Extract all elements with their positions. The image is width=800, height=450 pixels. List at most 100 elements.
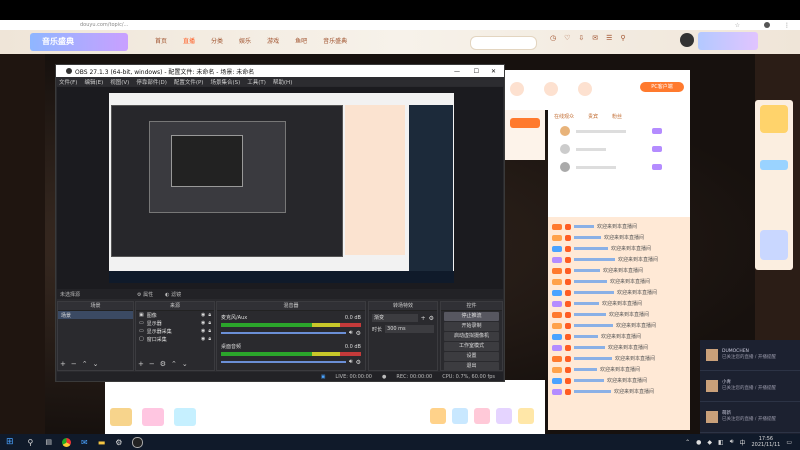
maximize-icon[interactable]: ☐ bbox=[474, 68, 479, 75]
chat-username[interactable] bbox=[574, 236, 601, 239]
volume-slider[interactable] bbox=[221, 332, 346, 334]
transition-select[interactable]: 渐变 bbox=[372, 314, 418, 322]
move-up-icon[interactable]: ⌃ bbox=[82, 360, 88, 368]
chat-message[interactable]: 欢迎来到本直播间 bbox=[548, 221, 690, 232]
chat-username[interactable] bbox=[574, 357, 612, 360]
lock-icon[interactable]: 🔒︎ bbox=[208, 312, 211, 318]
source-item[interactable]: ▣ 图像 ◉ 🔒︎ bbox=[136, 311, 214, 319]
chat-username[interactable] bbox=[574, 346, 605, 349]
menu-scene-collection[interactable]: 场景集合(S) bbox=[210, 78, 240, 86]
chevron-up-icon[interactable]: ⌃ bbox=[685, 439, 690, 446]
start-recording-button[interactable]: 开始录制 bbox=[444, 322, 499, 331]
rank-row[interactable] bbox=[548, 140, 690, 158]
download-icon[interactable]: ⇩ bbox=[578, 34, 584, 42]
menu-view[interactable]: 视图(V) bbox=[110, 78, 129, 86]
menu-file[interactable]: 文件(F) bbox=[59, 78, 77, 86]
add-icon[interactable]: + bbox=[60, 360, 66, 368]
eye-icon[interactable]: ◉ bbox=[201, 336, 205, 342]
minimize-icon[interactable]: — bbox=[454, 68, 460, 75]
notification-icon[interactable]: ▭ bbox=[786, 439, 792, 446]
gift-icon[interactable] bbox=[430, 408, 446, 424]
gear-icon[interactable]: ⚙ bbox=[356, 359, 361, 366]
eye-icon[interactable]: ◉ bbox=[201, 312, 205, 318]
promo-banner[interactable] bbox=[698, 32, 758, 50]
chat-message[interactable]: 欢迎来到本直播间 bbox=[548, 309, 690, 320]
site-logo[interactable]: 音乐盛典 bbox=[30, 33, 128, 51]
lock-icon[interactable]: 🔒︎ bbox=[208, 328, 211, 334]
close-icon[interactable]: ✕ bbox=[491, 68, 496, 75]
tab-fans[interactable]: 粉丝 bbox=[612, 113, 622, 120]
chat-message[interactable]: 欢迎来到本直播间 bbox=[548, 364, 690, 375]
gear-icon[interactable]: ⚙ bbox=[429, 315, 434, 322]
tab-rank[interactable] bbox=[544, 82, 558, 96]
gift-icon[interactable] bbox=[760, 160, 788, 170]
gift-icon[interactable] bbox=[760, 230, 788, 260]
tab-follow[interactable] bbox=[510, 82, 524, 96]
chat-message[interactable]: 欢迎来到本直播间 bbox=[548, 243, 690, 254]
speaker-icon[interactable]: 🔊︎ bbox=[349, 329, 353, 337]
chat-username[interactable] bbox=[574, 379, 604, 382]
mic-icon[interactable]: ● bbox=[696, 439, 701, 446]
move-up-icon[interactable]: ⌃ bbox=[171, 360, 177, 368]
remove-icon[interactable]: − bbox=[71, 360, 77, 368]
avatar[interactable] bbox=[680, 33, 694, 47]
chrome-icon[interactable] bbox=[62, 437, 72, 447]
nav-item-bar[interactable]: 鱼吧 bbox=[295, 36, 307, 45]
remove-icon[interactable]: − bbox=[149, 360, 155, 368]
more-icon[interactable]: ⋮ bbox=[784, 22, 790, 29]
menu-help[interactable]: 帮助(H) bbox=[273, 78, 292, 86]
history-icon[interactable]: ◷ bbox=[550, 34, 556, 42]
chat-username[interactable] bbox=[574, 280, 607, 283]
menu-edit[interactable]: 编辑(E) bbox=[84, 78, 103, 86]
gear-icon[interactable]: ⚙ bbox=[160, 360, 166, 368]
obs-preview[interactable] bbox=[57, 87, 503, 289]
nav-item-category[interactable]: 分类 bbox=[211, 36, 223, 45]
settings-button[interactable]: 设置 bbox=[444, 352, 499, 361]
clock[interactable]: 17:56 2021/11/11 bbox=[752, 436, 781, 448]
chat-message[interactable]: 欢迎来到本直播间 bbox=[548, 320, 690, 331]
gift-icon[interactable] bbox=[452, 408, 468, 424]
url-text[interactable]: douyu.com/topic/... bbox=[0, 22, 128, 28]
tab-vip[interactable]: 贵宾 bbox=[588, 113, 598, 120]
studio-mode-button[interactable]: 工作室模式 bbox=[444, 342, 499, 351]
chat-username[interactable] bbox=[574, 335, 598, 338]
obs-icon[interactable] bbox=[132, 436, 144, 448]
eye-icon[interactable]: ◉ bbox=[201, 320, 205, 326]
chat-username[interactable] bbox=[574, 390, 611, 393]
pc-client-badge[interactable]: PC客户端 bbox=[640, 82, 684, 92]
share-button[interactable] bbox=[510, 118, 540, 128]
tab-contrib[interactable] bbox=[578, 82, 592, 96]
nav-item-ent[interactable]: 娱乐 bbox=[239, 36, 251, 45]
shield-icon[interactable]: ◆ bbox=[707, 439, 712, 446]
chat-username[interactable] bbox=[574, 368, 597, 371]
windows-start-icon[interactable]: ⊞ bbox=[6, 437, 14, 447]
follow-icon[interactable]: ♡ bbox=[564, 34, 570, 42]
menu-profile[interactable]: 配置文件(P) bbox=[174, 78, 204, 86]
add-icon[interactable]: + bbox=[138, 360, 144, 368]
message-icon[interactable]: ✉ bbox=[592, 34, 598, 42]
exit-button[interactable]: 退出 bbox=[444, 362, 499, 371]
gift-icon[interactable] bbox=[496, 408, 512, 424]
settings-icon[interactable]: ⚙ bbox=[115, 438, 122, 447]
lock-icon[interactable]: 🔒︎ bbox=[208, 320, 211, 326]
task-icon[interactable]: ☰ bbox=[606, 34, 612, 42]
source-item[interactable]: ▭ 显示器 ◉ 🔒︎ bbox=[136, 319, 214, 327]
chat-message[interactable]: 欢迎来到本直播间 bbox=[548, 298, 690, 309]
source-item[interactable]: ▢ 窗口采集 ◉ 🔒︎ bbox=[136, 335, 214, 343]
chat-username[interactable] bbox=[574, 313, 606, 316]
volume-slider[interactable] bbox=[221, 361, 346, 363]
rank-row[interactable] bbox=[548, 158, 690, 176]
chat-message[interactable]: 欢迎来到本直播间 bbox=[548, 265, 690, 276]
mail-icon[interactable]: ✉ bbox=[81, 438, 88, 447]
notification-item[interactable]: 萌新 已关注您的直播 / 开播提醒 bbox=[700, 402, 800, 433]
nav-item-music[interactable]: 音乐盛典 bbox=[323, 36, 347, 45]
search-box[interactable] bbox=[470, 36, 537, 50]
profile-icon[interactable] bbox=[764, 22, 770, 28]
nav-item-game[interactable]: 游戏 bbox=[267, 36, 279, 45]
notification-item[interactable]: 小青 已关注您的直播 / 开播提醒 bbox=[700, 371, 800, 402]
chat-username[interactable] bbox=[574, 302, 599, 305]
menu-tools[interactable]: 工具(T) bbox=[247, 78, 266, 86]
gear-icon[interactable]: ⚙ bbox=[356, 330, 361, 337]
chat-message[interactable]: 欢迎来到本直播间 bbox=[548, 375, 690, 386]
source-item[interactable]: ▭ 显示器采集 ◉ 🔒︎ bbox=[136, 327, 214, 335]
